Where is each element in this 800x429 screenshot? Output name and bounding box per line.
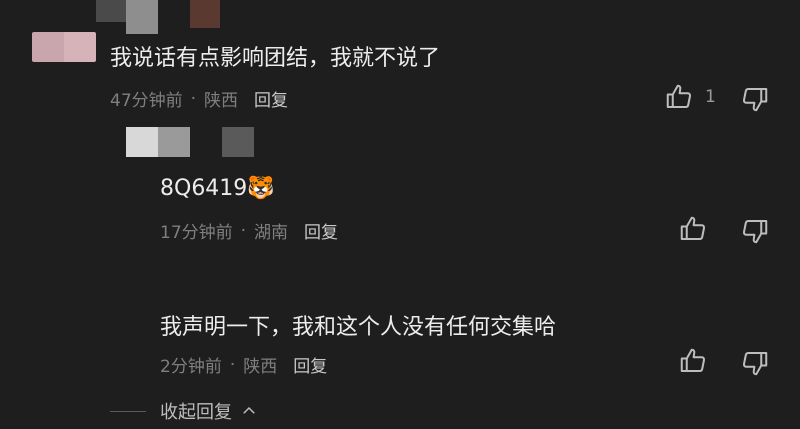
collapse-replies-button[interactable]: 收起回复 <box>110 398 258 424</box>
meta-separator: · <box>190 88 197 109</box>
avatar-mosaic <box>158 127 190 157</box>
thumbs-up-icon[interactable] <box>678 346 708 376</box>
reply-text: 8Q6419🐯 <box>160 176 275 201</box>
reply-meta: 2分钟前 · 陕西 回复 <box>160 352 327 378</box>
reply-meta: 17分钟前 · 湖南 回复 <box>160 218 338 244</box>
reply-region: 陕西 <box>243 357 278 377</box>
reply-text: 我声明一下，我和这个人没有任何交集哈 <box>160 315 557 340</box>
cropped-avatar-mosaic <box>96 0 126 22</box>
thumbs-down-icon[interactable] <box>740 84 770 114</box>
reply-time: 2分钟前 <box>160 357 222 377</box>
reply-button[interactable]: 回复 <box>304 218 338 243</box>
avatar[interactable] <box>126 127 158 157</box>
reply-button[interactable]: 回复 <box>293 352 327 377</box>
collapse-label: 收起回复 <box>160 402 232 423</box>
comment-text: 我说话有点影响团结，我就不说了 <box>110 46 441 71</box>
thumbs-down-icon[interactable] <box>740 216 770 246</box>
thumbs-down-icon[interactable] <box>740 348 770 378</box>
reply-region: 湖南 <box>254 223 289 243</box>
reply-text-content: 8Q6419 <box>160 176 248 201</box>
comment-region: 陕西 <box>204 91 239 111</box>
thumbs-up-icon[interactable] <box>664 82 694 112</box>
like-count: 1 <box>705 87 716 107</box>
reply-button[interactable]: 回复 <box>254 86 288 111</box>
meta-separator: · <box>240 220 247 241</box>
divider <box>110 410 146 412</box>
tiger-emoji: 🐯 <box>247 176 275 201</box>
comment-time: 47分钟前 <box>110 91 183 111</box>
cropped-avatar-mosaic <box>126 0 158 34</box>
thumbs-up-icon[interactable] <box>678 214 708 244</box>
meta-separator: · <box>229 354 236 375</box>
cropped-avatar-mosaic <box>190 0 220 28</box>
chevron-up-icon <box>243 406 255 414</box>
comment-meta: 47分钟前 · 陕西 回复 <box>110 86 288 112</box>
avatar-mosaic <box>222 127 254 157</box>
reply-time: 17分钟前 <box>160 223 233 243</box>
avatar[interactable] <box>32 32 96 62</box>
